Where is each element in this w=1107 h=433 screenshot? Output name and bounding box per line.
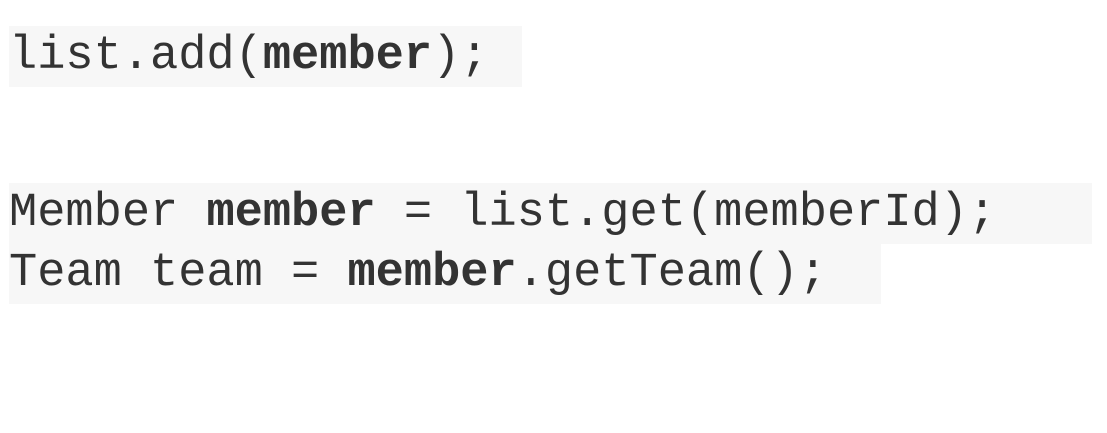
code-text: .getTeam(); [516,247,827,300]
code-keyword-bold: member [347,247,517,300]
code-line-team-get: Team team = member.getTeam(); [9,243,881,304]
code-line-list-add: list.add(member); [9,26,522,87]
code-text: Member [9,187,207,240]
code-keyword-bold: member [206,187,376,240]
code-text: = list.get(memberId); [375,187,997,240]
code-text: Team team = [9,247,348,300]
code-line-member-get: Member member = list.get(memberId); [9,183,1092,244]
code-text: ); [432,30,489,83]
code-keyword-bold: member [262,30,433,83]
code-text: list.add( [9,30,263,83]
